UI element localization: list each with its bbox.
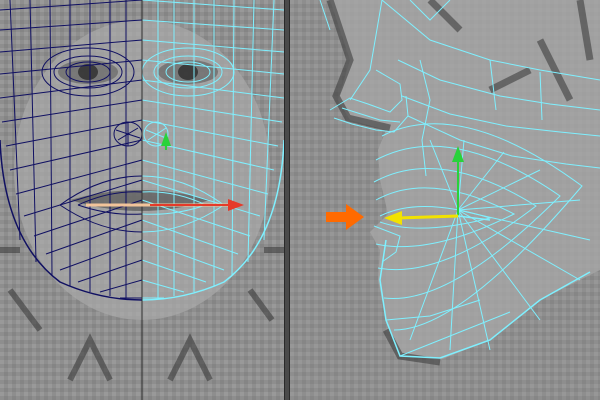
front-viewport-canvas[interactable] (0, 0, 284, 400)
modeling-workspace (0, 0, 600, 400)
front-viewport[interactable] (0, 0, 284, 400)
side-viewport[interactable] (290, 0, 600, 400)
side-viewport-canvas[interactable] (290, 0, 600, 400)
